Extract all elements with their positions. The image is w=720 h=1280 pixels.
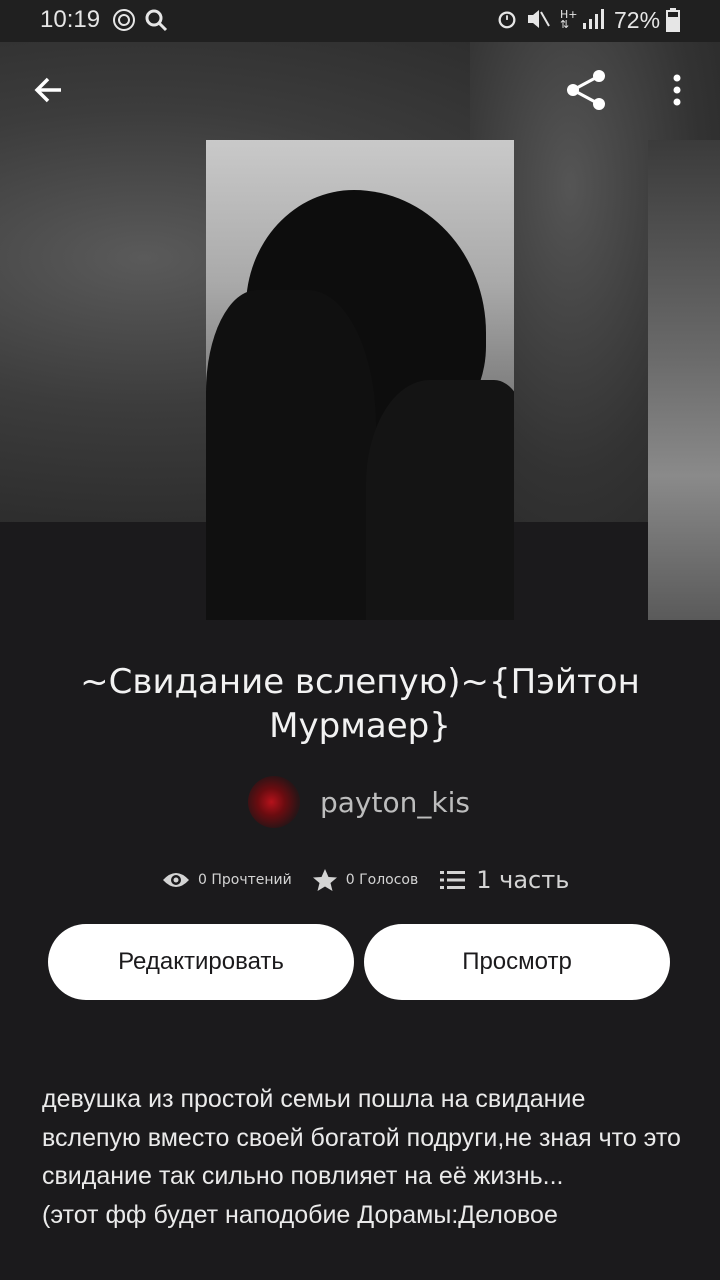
battery-percent: 72% [614,7,661,33]
reads-stat: 0 Прочтений [162,870,292,890]
status-bar: 10:19 H+ ⇅ 72% [0,0,720,42]
back-button[interactable] [21,62,77,118]
eye-icon [163,873,189,887]
next-cover-image[interactable] [648,140,720,620]
parts-count: 1 часть [476,866,570,894]
signal-icon [582,8,606,35]
network-hplus-icon: H+ ⇅ [560,8,578,31]
preview-button[interactable]: Просмотр [364,924,670,1000]
status-time: 10:19 [40,6,101,33]
search-icon [144,8,168,37]
author-name[interactable]: payton_kis [320,786,470,819]
arrow-left-icon [34,77,61,103]
alarm-icon [496,8,518,35]
votes-stat: 0 Голосов [312,868,419,892]
list-icon [440,871,466,889]
share-button[interactable] [558,62,614,118]
story-description: девушка из простой семьи пошла на свидан… [42,1085,681,1229]
story-title: ~Свидание вслепую)~{Пэйтон Мурмаер} [80,662,640,746]
parts-stat: 1 часть [440,866,569,894]
edit-button[interactable]: Редактировать [48,924,354,1000]
reads-count: 0 Прочтений [198,872,292,888]
share-icon [567,70,605,110]
more-vertical-icon [673,74,681,106]
votes-count: 0 Голосов [345,872,419,888]
story-stats: 0 Прочтений 0 Голосов 1 часть [162,860,569,900]
story-cover-image[interactable] [206,140,514,620]
avatar[interactable] [248,776,300,828]
battery-icon [666,8,680,37]
fingerprint-icon [112,8,136,37]
author-link[interactable]: payton_kis [248,776,470,828]
mute-icon [526,8,550,35]
more-options-button[interactable] [649,62,705,118]
star-icon [312,869,337,891]
